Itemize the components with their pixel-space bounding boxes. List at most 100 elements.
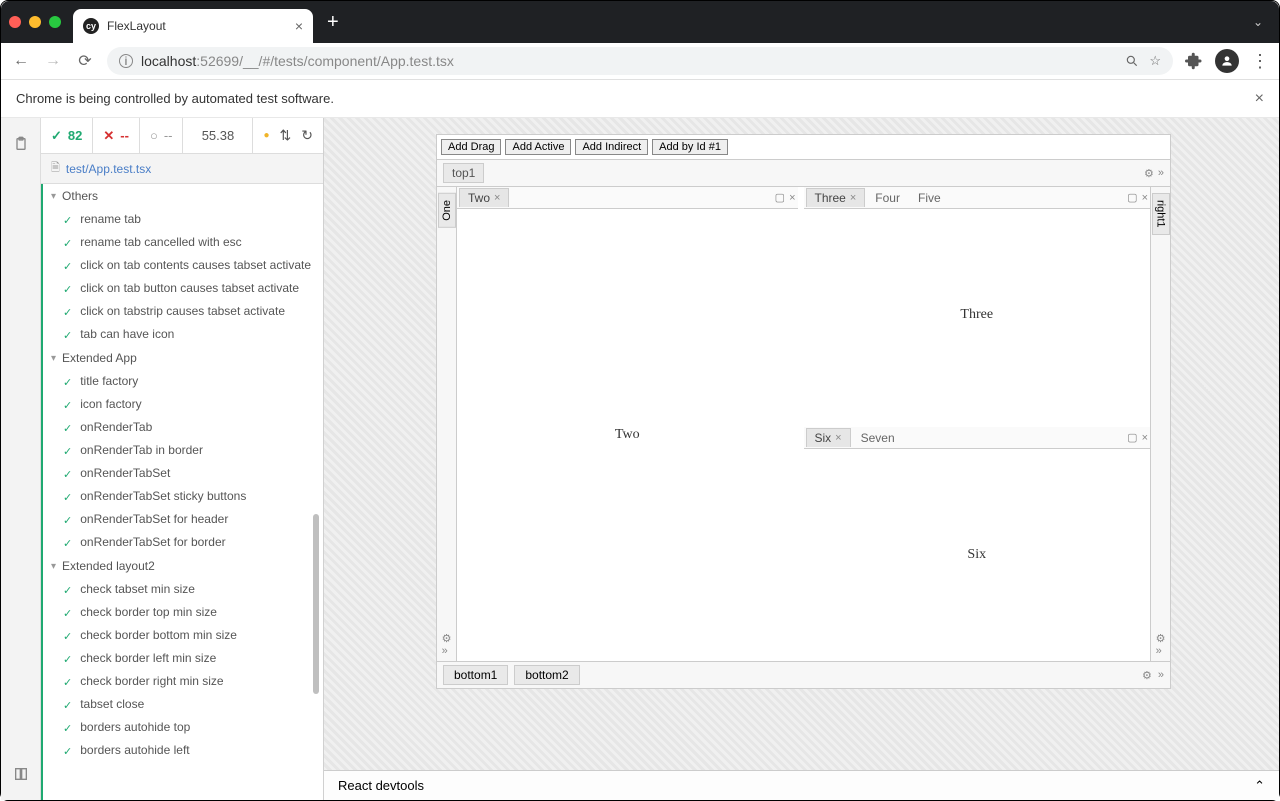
border-left-item[interactable]: One [438, 193, 456, 228]
nav-forward-button[interactable]: → [43, 52, 63, 70]
test-item[interactable]: ✓title factory [41, 370, 323, 393]
file-link[interactable]: test/App.test.tsx [66, 162, 151, 176]
test-item[interactable]: ✓check border bottom min size [41, 624, 323, 647]
url-field[interactable]: i localhost:52699/__/#/tests/component/A… [107, 47, 1173, 75]
border-bottom[interactable]: bottom1 bottom2 ⚙ » [437, 661, 1170, 688]
tab-seven-label: Seven [861, 431, 895, 445]
border-left-overflow-icon[interactable]: ⚙» [442, 632, 452, 657]
test-group[interactable]: ▾Extended App [41, 346, 323, 370]
test-item[interactable]: ✓click on tabstrip causes tabset activat… [41, 300, 323, 323]
sort-icon[interactable]: ⇅ [280, 127, 292, 144]
browser-tab[interactable]: cy FlexLayout × [73, 9, 313, 43]
tab-four[interactable]: Four [867, 189, 908, 207]
test-item[interactable]: ✓onRenderTabSet for header [41, 508, 323, 531]
tabstrip-left[interactable]: Two × ▢ × [457, 187, 798, 209]
test-item[interactable]: ✓onRenderTab in border [41, 439, 323, 462]
tab-two-close-icon[interactable]: × [494, 192, 500, 204]
extensions-icon[interactable] [1185, 52, 1203, 70]
tabset-maximize-icon[interactable]: ▢ [775, 191, 785, 204]
fail-x-icon: ✕ [103, 128, 114, 144]
overflow-icon[interactable]: » [1158, 167, 1164, 180]
tab-five[interactable]: Five [910, 189, 949, 207]
scrollbar-thumb[interactable] [313, 514, 319, 694]
test-item[interactable]: ✓onRenderTab [41, 416, 323, 439]
automation-banner-text: Chrome is being controlled by automated … [16, 91, 334, 106]
test-item[interactable]: ✓check tabset min size [41, 578, 323, 601]
test-item[interactable]: ✓click on tab button causes tabset activ… [41, 277, 323, 300]
test-item[interactable]: ✓icon factory [41, 393, 323, 416]
test-item[interactable]: ✓borders autohide left [41, 739, 323, 762]
zoom-icon[interactable] [1125, 54, 1139, 68]
border-top[interactable]: top1 ⚙ » [437, 160, 1170, 187]
test-item[interactable]: ✓borders autohide top [41, 716, 323, 739]
tab-three-close-icon[interactable]: × [850, 192, 856, 204]
tab-content-six[interactable]: Six [804, 449, 1151, 661]
test-item[interactable]: ✓check border right min size [41, 670, 323, 693]
devtools-collapse-icon[interactable]: ⌃ [1254, 778, 1265, 794]
test-item[interactable]: ✓tabset close [41, 693, 323, 716]
rerun-icon[interactable]: ↻ [301, 127, 313, 144]
automation-banner-close-icon[interactable]: × [1255, 90, 1264, 108]
profile-avatar-icon[interactable] [1215, 49, 1239, 73]
test-item[interactable]: ✓onRenderTabSet for border [41, 531, 323, 554]
overflow-icon[interactable]: » [1158, 669, 1164, 681]
border-right[interactable]: right1 ⚙» [1150, 187, 1170, 661]
window-minimize-button[interactable] [29, 16, 41, 28]
tabset-maximize-icon[interactable]: ▢ [1127, 431, 1137, 444]
tabset-maximize-icon[interactable]: ▢ [1127, 191, 1137, 204]
test-group[interactable]: ▾Extended layout2 [41, 554, 323, 578]
tabstrip-top-right[interactable]: Three × Four Five [804, 187, 1151, 209]
caret-down-icon: ▾ [51, 191, 56, 202]
test-item[interactable]: ✓click on tab contents causes tabset act… [41, 254, 323, 277]
tab-content-three[interactable]: Three [804, 209, 1151, 421]
site-info-icon[interactable]: i [119, 54, 133, 68]
tabstrip-bottom-right[interactable]: Six × Seven ▢ × [804, 427, 1151, 449]
test-list[interactable]: ▾Others✓rename tab✓rename tab cancelled … [41, 184, 323, 800]
rail-clipboard-icon[interactable] [13, 136, 29, 152]
border-right-item[interactable]: right1 [1152, 193, 1170, 235]
test-item[interactable]: ✓check border top min size [41, 601, 323, 624]
tab-two[interactable]: Two × [459, 188, 509, 207]
test-item[interactable]: ✓rename tab cancelled with esc [41, 231, 323, 254]
border-bottom-item-1[interactable]: bottom1 [443, 665, 508, 685]
tab-content-two[interactable]: Two [457, 209, 798, 661]
test-name: tab can have icon [80, 327, 313, 341]
border-left[interactable]: One ⚙» [437, 187, 457, 661]
nav-back-button[interactable]: ← [11, 52, 31, 70]
test-item[interactable]: ✓tab can have icon [41, 323, 323, 346]
add-by-id-button[interactable]: Add by Id #1 [652, 139, 728, 155]
border-top-item[interactable]: top1 [443, 163, 484, 183]
add-indirect-button[interactable]: Add Indirect [575, 139, 648, 155]
tab-seven[interactable]: Seven [853, 429, 903, 447]
sidebar-file-row[interactable]: 🗎 test/App.test.tsx [41, 154, 323, 184]
new-tab-button[interactable]: + [327, 11, 339, 34]
rail-book-icon[interactable] [13, 766, 29, 782]
test-item[interactable]: ✓rename tab [41, 208, 323, 231]
tab-close-icon[interactable]: × [295, 18, 303, 34]
window-close-button[interactable] [9, 16, 21, 28]
tabset-close-icon[interactable]: × [789, 192, 795, 204]
test-item[interactable]: ✓onRenderTabSet sticky buttons [41, 485, 323, 508]
sidebar-header: ✓ 82 ✕ -- ○ -- 55.38 ● ⇅ ↻ [41, 118, 323, 154]
nav-reload-button[interactable]: ⟳ [75, 51, 95, 71]
border-right-overflow-icon[interactable]: ⚙» [1156, 632, 1166, 657]
tabs-dropdown-icon[interactable]: ⌄ [1253, 15, 1263, 29]
test-group[interactable]: ▾Others [41, 184, 323, 208]
gear-icon[interactable]: ⚙ [1142, 669, 1152, 682]
tabset-close-icon[interactable]: × [1142, 192, 1148, 204]
add-active-button[interactable]: Add Active [505, 139, 571, 155]
gear-icon[interactable]: ⚙ [1144, 167, 1154, 180]
test-item[interactable]: ✓check border left min size [41, 647, 323, 670]
devtools-bar[interactable]: React devtools ⌃ [324, 770, 1279, 800]
add-drag-button[interactable]: Add Drag [441, 139, 501, 155]
test-item[interactable]: ✓onRenderTabSet [41, 462, 323, 485]
border-bottom-item-2[interactable]: bottom2 [514, 665, 579, 685]
tab-six[interactable]: Six × [806, 428, 851, 447]
tab-six-label: Six [815, 431, 832, 445]
browser-menu-icon[interactable]: ⋮ [1251, 51, 1269, 72]
tab-six-close-icon[interactable]: × [835, 432, 841, 444]
tabset-close-icon[interactable]: × [1142, 432, 1148, 444]
tab-three[interactable]: Three × [806, 188, 866, 207]
bookmark-icon[interactable]: ☆ [1149, 53, 1161, 69]
window-maximize-button[interactable] [49, 16, 61, 28]
